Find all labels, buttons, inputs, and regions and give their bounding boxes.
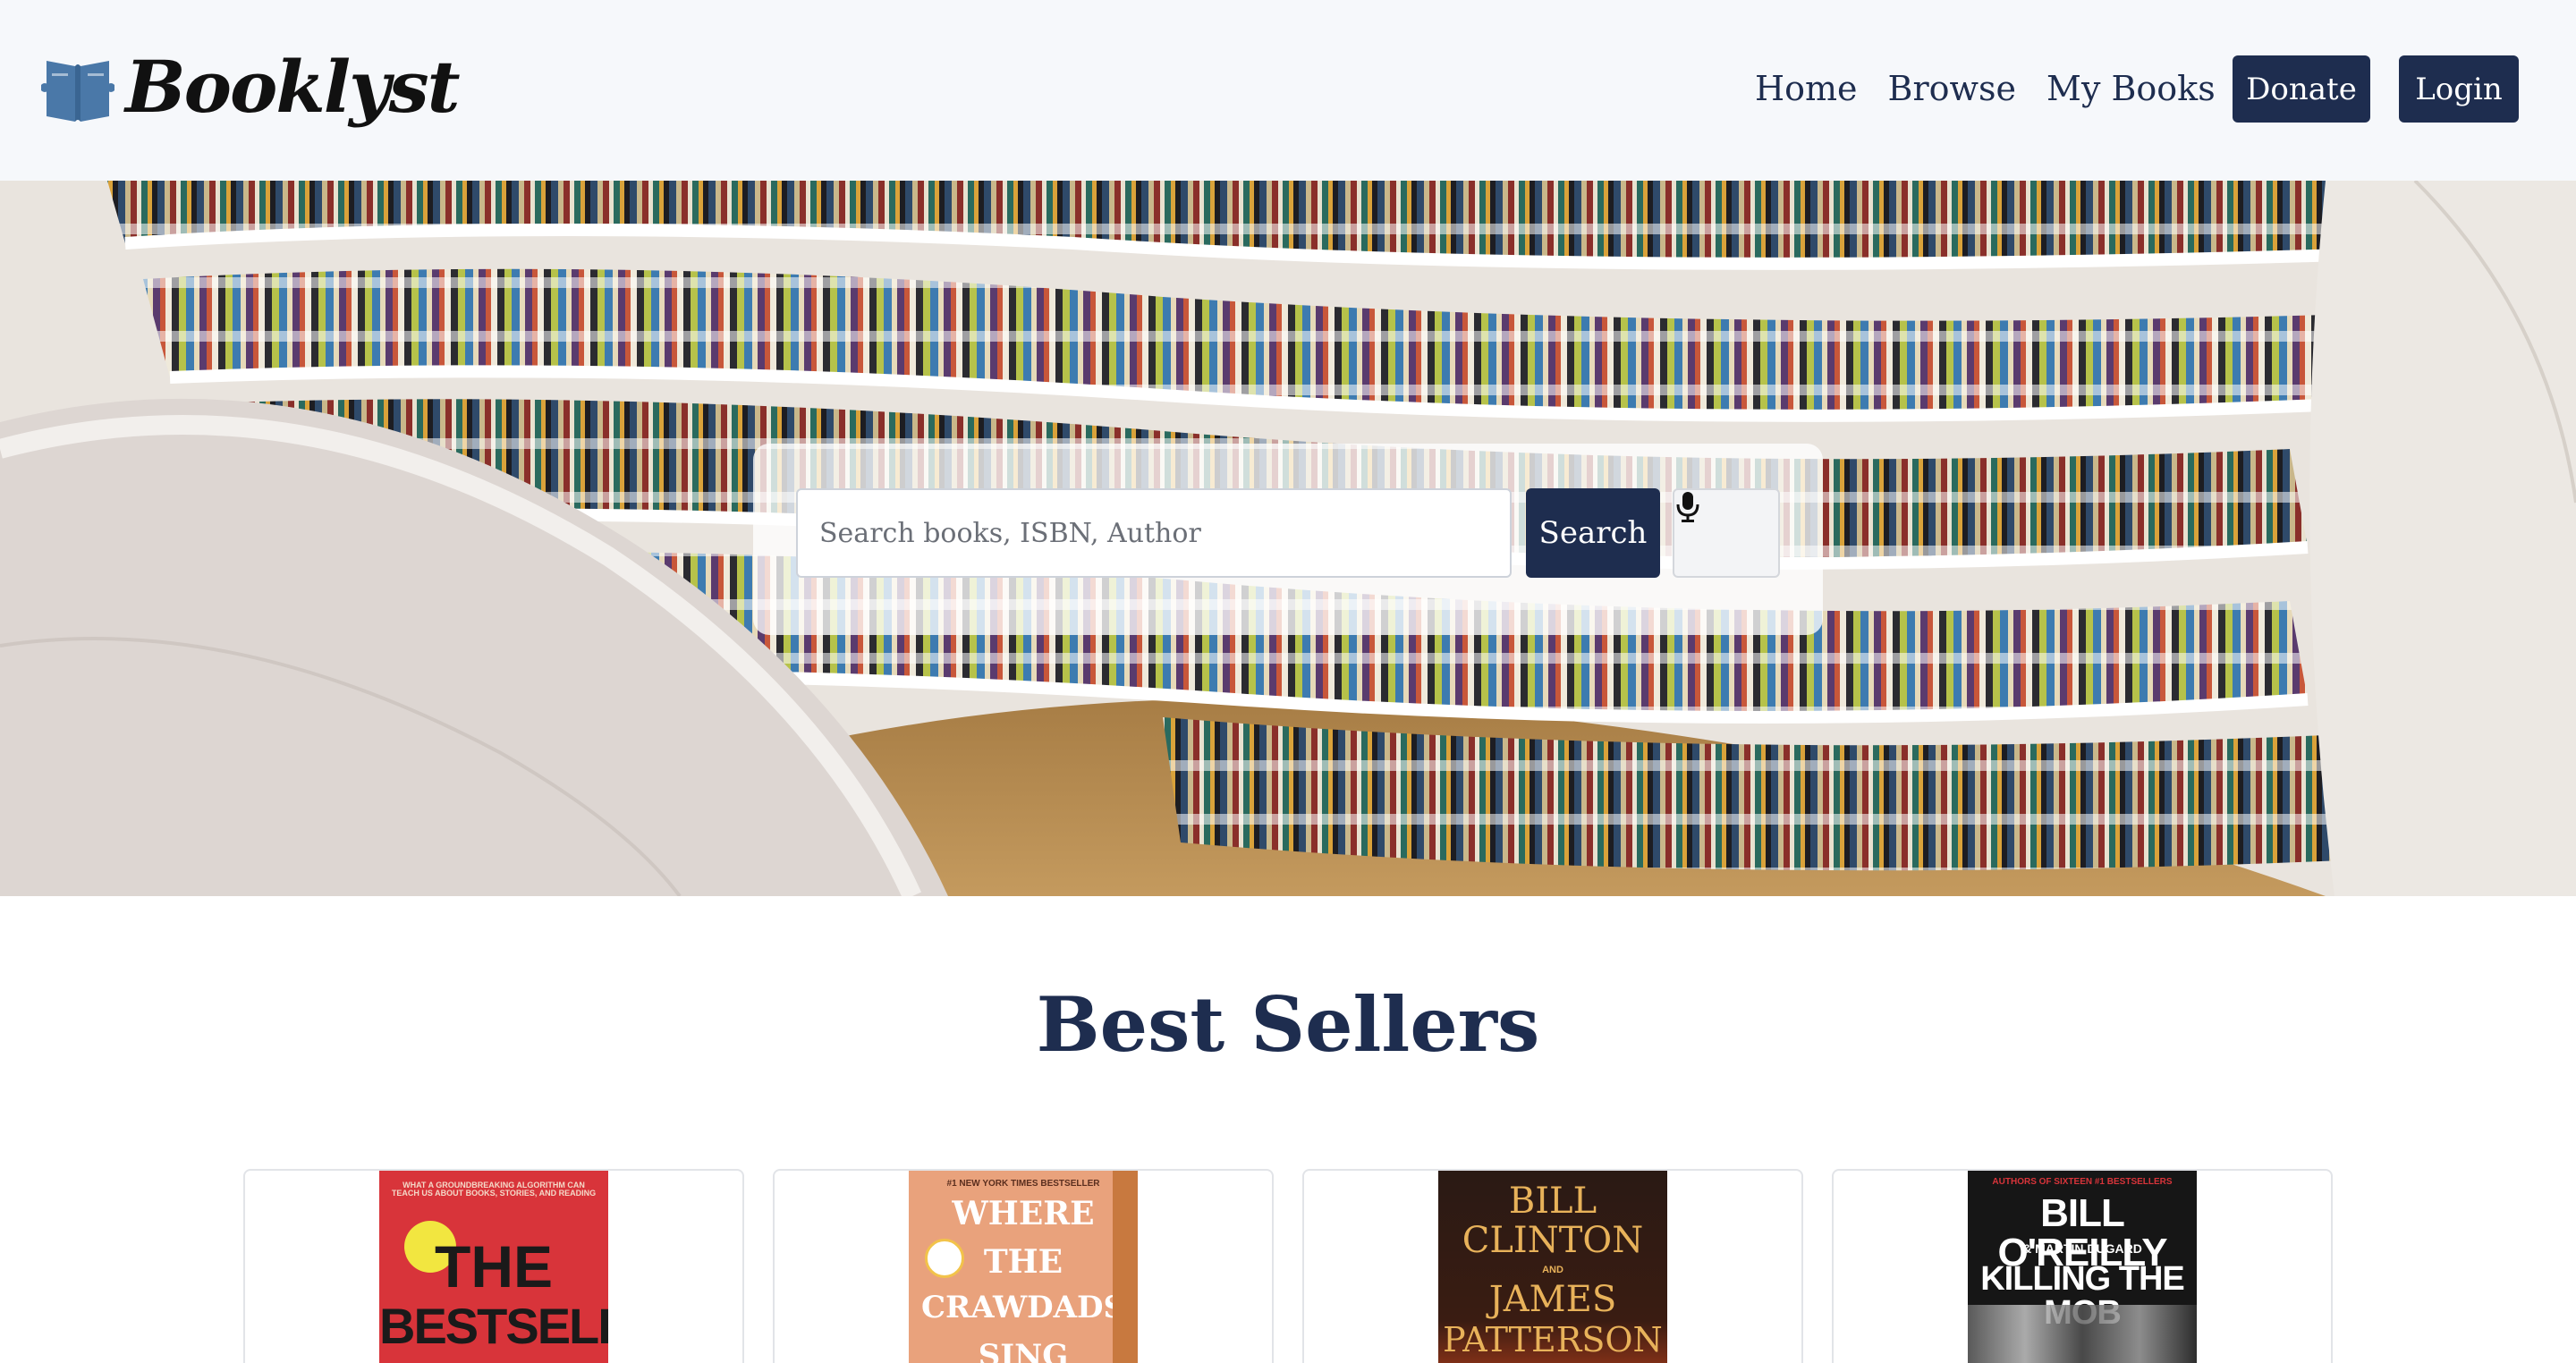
cover-tagline: WHAT A GROUNDBREAKING ALGORITHM CAN TEAC… (391, 1181, 597, 1198)
book-card[interactable]: #1 NEW YORK TIMES BESTSELLER WHERE THE C… (773, 1169, 1274, 1363)
search-button[interactable]: Search (1526, 488, 1660, 578)
cover-title-line2: BESTSELLER (379, 1298, 608, 1354)
cover-coauthor: & MARTIN DUGARD (2022, 1241, 2142, 1256)
main-nav: Home Browse My Books (1755, 61, 2216, 116)
search-panel: Search (753, 444, 1823, 635)
book-card[interactable]: AUTHORS OF SIXTEEN #1 BESTSELLERS BILL O… (1832, 1169, 2333, 1363)
voice-search-button[interactable] (1673, 488, 1780, 578)
brand-logo[interactable]: Booklyst (41, 38, 461, 136)
nav-my-books-link[interactable]: My Books (2046, 61, 2216, 116)
cover-photo (1968, 1305, 2197, 1363)
cover-spine (1113, 1171, 1138, 1363)
book-card[interactable]: WHAT A GROUNDBREAKING ALGORITHM CAN TEAC… (243, 1169, 744, 1363)
microphone-icon (1676, 492, 1699, 522)
cover-title-line4: SING (978, 1338, 1069, 1363)
cover-author-2b: PATTERSON (1443, 1320, 1663, 1359)
cover-author-2a: JAMES (1488, 1279, 1617, 1320)
cover-connector: AND (1542, 1265, 1563, 1275)
top-navbar: Booklyst Home Browse My Books Donate Log… (0, 0, 2576, 181)
donate-button[interactable]: Donate (2233, 55, 2370, 123)
search-input[interactable] (796, 488, 1512, 578)
book-cover[interactable]: AUTHORS OF SIXTEEN #1 BESTSELLERS BILL O… (1968, 1171, 2197, 1363)
open-book-icon (41, 61, 114, 122)
book-cover[interactable]: WHAT A GROUNDBREAKING ALGORITHM CAN TEAC… (379, 1171, 608, 1363)
hero-banner: Search (0, 181, 2576, 896)
cover-author-1a: BILL (1508, 1181, 1597, 1222)
login-button[interactable]: Login (2399, 55, 2519, 123)
nav-browse-link[interactable]: Browse (1888, 61, 2016, 116)
best-sellers-heading: Best Sellers (1036, 980, 1540, 1069)
cover-title-line2: THE (983, 1243, 1063, 1281)
cover-title-line1: THE (435, 1233, 553, 1300)
cover-tagline: #1 NEW YORK TIMES BESTSELLER (946, 1179, 1100, 1189)
nav-home-link[interactable]: Home (1755, 61, 1858, 116)
cover-title-line3: CRAWDADS (920, 1290, 1126, 1325)
book-card[interactable]: BILL CLINTON AND JAMES PATTERSON (1302, 1169, 1803, 1363)
book-cover[interactable]: #1 NEW YORK TIMES BESTSELLER WHERE THE C… (909, 1171, 1138, 1363)
brand-name: Booklyst (125, 45, 461, 129)
book-cover[interactable]: BILL CLINTON AND JAMES PATTERSON (1438, 1171, 1667, 1363)
cover-author-1b: CLINTON (1462, 1220, 1644, 1261)
cover-title-line1: WHERE (952, 1195, 1095, 1232)
cover-tagline: AUTHORS OF SIXTEEN #1 BESTSELLERS (1992, 1177, 2173, 1187)
